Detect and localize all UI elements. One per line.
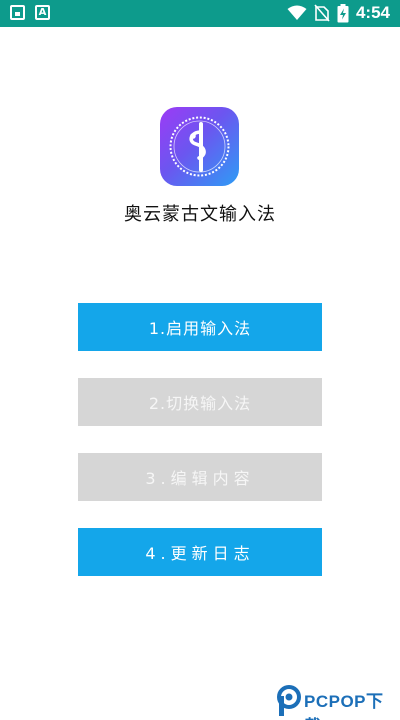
system-icons: 4:54 <box>287 3 390 23</box>
app-name: 奥云蒙古文输入法 <box>124 204 276 225</box>
watermark-text: PCPOP下载 <box>304 692 384 720</box>
text-notification-icon: A <box>35 5 50 20</box>
app-logo <box>160 107 239 186</box>
watermark: PCPOP下载 <box>276 684 400 720</box>
wifi-icon <box>287 5 307 20</box>
notification-icons: A <box>10 5 50 20</box>
mongolian-script-logo-icon <box>169 116 230 177</box>
edit-content-button[interactable]: 3.编辑内容 <box>78 453 322 501</box>
enable-input-method-button[interactable]: 1.启用输入法 <box>78 303 322 351</box>
lock-notification-icon <box>10 5 25 20</box>
battery-charging-icon <box>337 3 349 22</box>
update-log-button[interactable]: 4.更新日志 <box>78 528 322 576</box>
status-time: 4:54 <box>355 3 390 22</box>
watermark-logo-icon <box>277 685 301 716</box>
no-sim-icon <box>314 4 330 22</box>
switch-input-method-button[interactable]: 2.切换输入法 <box>78 378 322 426</box>
status-bar: A 4:54 <box>0 0 400 27</box>
